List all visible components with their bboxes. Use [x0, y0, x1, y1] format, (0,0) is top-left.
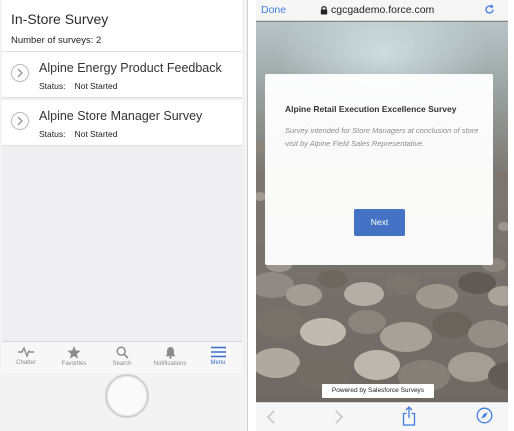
- tab-label: Notifications: [153, 361, 187, 367]
- survey-intro-card: Alpine Retail Execution Excellence Surve…: [265, 74, 493, 265]
- survey-header: In-Store Survey Number of surveys: 2: [2, 0, 242, 52]
- powered-by-badge: Powered by Salesforce Surveys: [322, 384, 434, 398]
- search-icon: [115, 346, 129, 359]
- tab-notifications[interactable]: Notifications: [146, 342, 194, 373]
- right-phone: Done cgcgademo.force.com Alpine Retail E…: [256, 0, 508, 431]
- survey-app-screen: In-Store Survey Number of surveys: 2 Alp…: [2, 0, 242, 372]
- tab-chatter[interactable]: Chatter: [2, 342, 50, 373]
- url-text[interactable]: cgcgademo.force.com: [331, 4, 434, 16]
- page-title: In-Store Survey: [11, 11, 109, 27]
- status-label: Status:: [39, 129, 66, 139]
- pulse-icon: [18, 346, 34, 358]
- star-icon: [67, 346, 81, 359]
- browser-toolbar: [256, 402, 508, 431]
- survey-count-value: 2: [96, 35, 102, 46]
- compass-icon[interactable]: [476, 407, 493, 424]
- survey-title: Alpine Retail Execution Excellence Surve…: [285, 104, 457, 114]
- tab-label: Menu: [210, 360, 226, 366]
- tab-menu[interactable]: Menu: [194, 342, 242, 373]
- status-label: Status:: [39, 81, 66, 91]
- back-arrow-icon[interactable]: [266, 409, 276, 425]
- status-value: Not Started: [74, 81, 118, 91]
- survey-name[interactable]: Alpine Store Manager Survey: [39, 109, 202, 123]
- survey-count-label: Number of surveys:: [11, 35, 94, 46]
- survey-list-item[interactable]: Alpine Store Manager Survey Status: Not S…: [2, 100, 242, 146]
- forward-arrow-icon[interactable]: [334, 409, 344, 425]
- tab-label: Chatter: [16, 360, 36, 366]
- pebble-background-image: Alpine Retail Execution Excellence Surve…: [256, 22, 508, 402]
- tab-favorites[interactable]: Favorites: [50, 342, 98, 373]
- tab-label: Favorites: [61, 361, 87, 367]
- home-button[interactable]: [105, 374, 149, 418]
- share-icon[interactable]: [402, 406, 416, 426]
- status-value: Not Started: [74, 129, 118, 139]
- survey-status: Status: Not Started: [39, 81, 117, 91]
- browser-address-bar: Done cgcgademo.force.com: [256, 0, 508, 21]
- survey-status: Status: Not Started: [39, 129, 117, 139]
- powered-by-prefix: Powered by Salesforce: [331, 387, 399, 394]
- hamburger-icon: [210, 346, 226, 358]
- reload-icon[interactable]: [484, 4, 495, 15]
- bell-icon: [165, 347, 175, 359]
- tab-search[interactable]: Search: [98, 342, 146, 373]
- next-button[interactable]: Next: [354, 209, 405, 236]
- chevron-right-icon[interactable]: [11, 112, 29, 130]
- survey-name[interactable]: Alpine Energy Product Feedback: [39, 61, 222, 75]
- left-phone: In-Store Survey Number of surveys: 2 Alp…: [0, 0, 248, 431]
- survey-count: Number of surveys: 2: [11, 35, 233, 46]
- tab-bar: Chatter Favorites Search Notifications M…: [2, 341, 242, 373]
- powered-by-brand: Surveys: [400, 387, 425, 394]
- tab-label: Search: [112, 361, 132, 367]
- survey-list-item[interactable]: Alpine Energy Product Feedback Status: No…: [2, 52, 242, 98]
- done-button[interactable]: Done: [261, 4, 286, 16]
- survey-description: Survey intended for Store Managers at co…: [285, 126, 479, 148]
- lock-icon: [320, 6, 328, 15]
- chevron-right-icon[interactable]: [11, 64, 29, 82]
